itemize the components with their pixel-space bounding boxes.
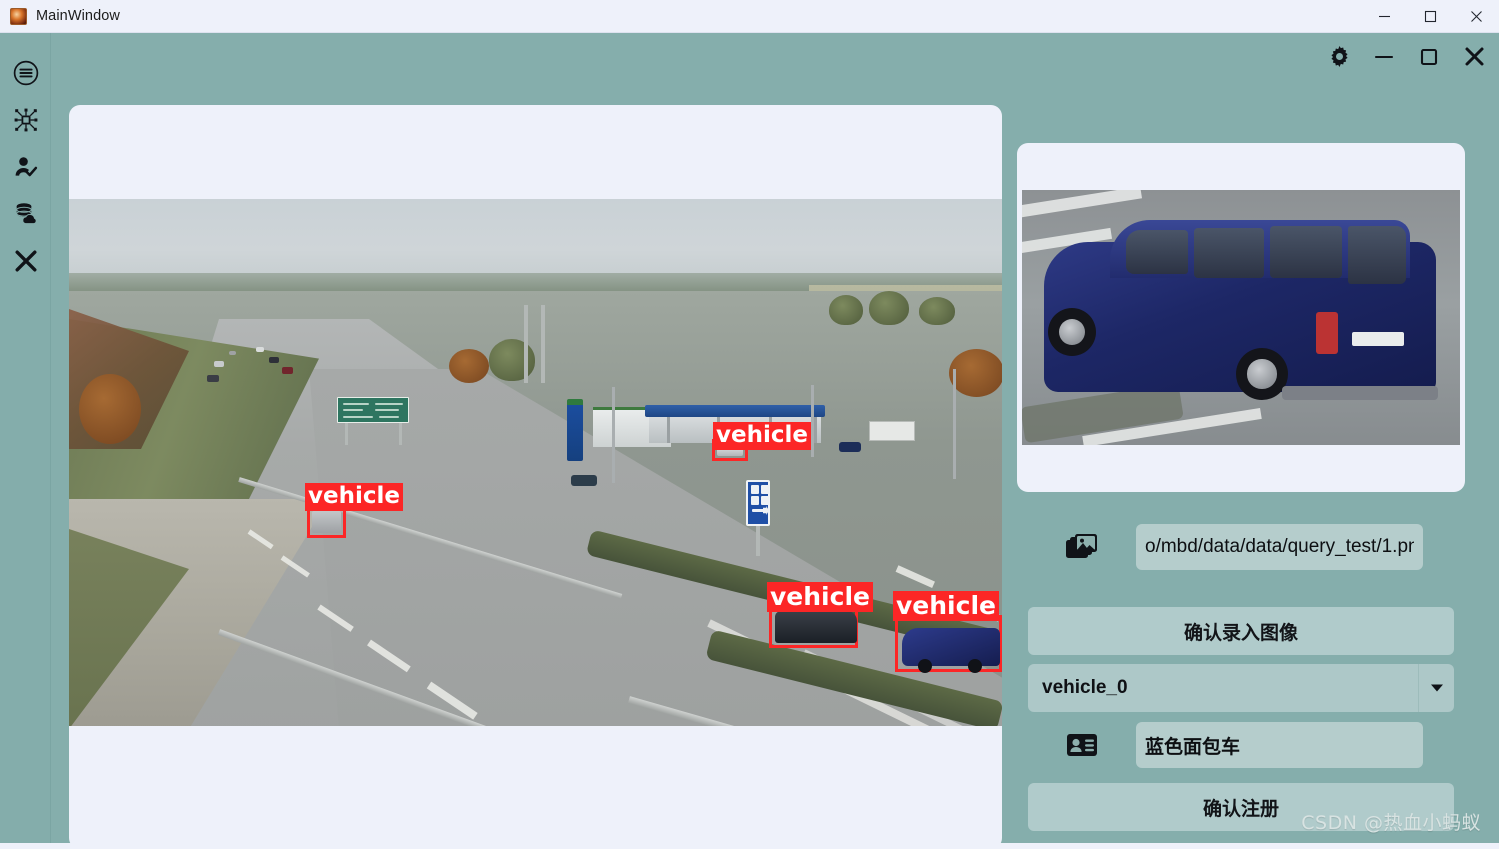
user-check-icon (13, 154, 39, 180)
sign-post (399, 423, 402, 445)
vehicle-id-selected-value: vehicle_0 (1042, 677, 1128, 698)
fuel-station-totem (567, 399, 583, 461)
sidebar-item-exit[interactable] (0, 238, 51, 283)
app-close-button[interactable] (1463, 46, 1485, 72)
parking-info-sign (746, 480, 770, 526)
image-path-row (1028, 517, 1454, 577)
canopy-post (667, 417, 670, 443)
detection-scene-image: vehicle vehicle vehicle vehicle (69, 199, 1002, 726)
tree (869, 291, 909, 325)
detection-box (895, 615, 1002, 673)
light-pole (953, 369, 956, 479)
detection-label: vehicle (305, 483, 403, 511)
app-window-controls (1328, 33, 1485, 85)
fuel-station-canopy (645, 405, 825, 417)
settings-button[interactable] (1328, 46, 1350, 72)
light-pole (612, 387, 615, 483)
canopy-post (814, 417, 817, 443)
van-wheel (1236, 348, 1288, 400)
van-license-plate (1352, 332, 1404, 346)
window-title: MainWindow (36, 8, 120, 24)
van-taillight (1316, 312, 1338, 354)
light-pole (811, 385, 814, 457)
sign-post (345, 423, 348, 445)
application-root: vehicle vehicle vehicle vehicle o/mbd/da… (0, 33, 1499, 849)
sidebar-rail (0, 33, 51, 843)
gear-icon (1329, 46, 1350, 72)
maximize-icon (1419, 47, 1439, 72)
tree (489, 339, 535, 381)
sidebar-item-menu[interactable] (0, 50, 51, 95)
distant-car (214, 361, 224, 367)
autumn-tree (79, 374, 141, 444)
window-controls (1361, 0, 1499, 32)
van-window (1348, 226, 1406, 284)
watermark-text: CSDN @热血小蚂蚁 (1301, 812, 1481, 834)
confirm-import-button[interactable]: 确认录入图像 (1028, 607, 1454, 655)
vehicle-name-row (1028, 721, 1454, 769)
sidebar-item-detect[interactable] (0, 97, 51, 142)
distant-car (229, 351, 236, 355)
station-car (571, 475, 597, 486)
sign-post (756, 526, 760, 556)
app-minimize-button[interactable] (1373, 48, 1395, 70)
database-cloud-icon (13, 201, 39, 227)
van-window (1270, 226, 1342, 278)
van-window (1126, 230, 1188, 274)
autumn-tree (949, 349, 1002, 397)
chevron-down-icon[interactable] (1418, 664, 1454, 712)
van-wheel (1048, 308, 1096, 356)
detection-label: vehicle (767, 582, 873, 612)
window-titlebar: MainWindow (0, 0, 1499, 33)
distant-car (207, 375, 219, 382)
window-maximize-button[interactable] (1407, 0, 1453, 32)
detection-label: vehicle (713, 422, 811, 450)
close-icon (1464, 46, 1485, 72)
billboard (869, 421, 915, 441)
id-card-icon (1028, 733, 1136, 757)
minimize-icon (1374, 47, 1394, 72)
autumn-tree (449, 349, 489, 383)
distant-car (839, 442, 861, 452)
window-minimize-button[interactable] (1361, 0, 1407, 32)
window-close-button[interactable] (1453, 0, 1499, 32)
vehicle-crop-image (1022, 190, 1460, 445)
tree (919, 297, 955, 325)
sidebar-item-database[interactable] (0, 191, 51, 236)
close-x-icon (13, 248, 39, 274)
query-preview-panel (1017, 143, 1465, 492)
main-image-panel: vehicle vehicle vehicle vehicle (69, 105, 1002, 849)
tree (829, 295, 863, 325)
distant-car (256, 347, 264, 352)
vehicle-name-input[interactable] (1136, 722, 1423, 768)
chip-processor-icon (13, 107, 39, 133)
gantry-frame (524, 305, 528, 383)
distant-car (269, 357, 279, 363)
app-logo-icon (10, 7, 27, 25)
hamburger-circle-icon (13, 60, 39, 86)
image-path-input[interactable] (1136, 524, 1423, 570)
distant-car (282, 367, 293, 374)
image-picture-icon (1028, 533, 1136, 561)
van-window (1194, 228, 1264, 278)
app-maximize-button[interactable] (1418, 48, 1440, 70)
sidebar-item-verify[interactable] (0, 144, 51, 189)
gantry-frame (541, 305, 545, 383)
van-bumper (1282, 386, 1438, 400)
highway-direction-sign (337, 397, 409, 423)
vehicle-id-select[interactable]: vehicle_0 (1028, 664, 1454, 712)
detection-label: vehicle (893, 591, 999, 621)
